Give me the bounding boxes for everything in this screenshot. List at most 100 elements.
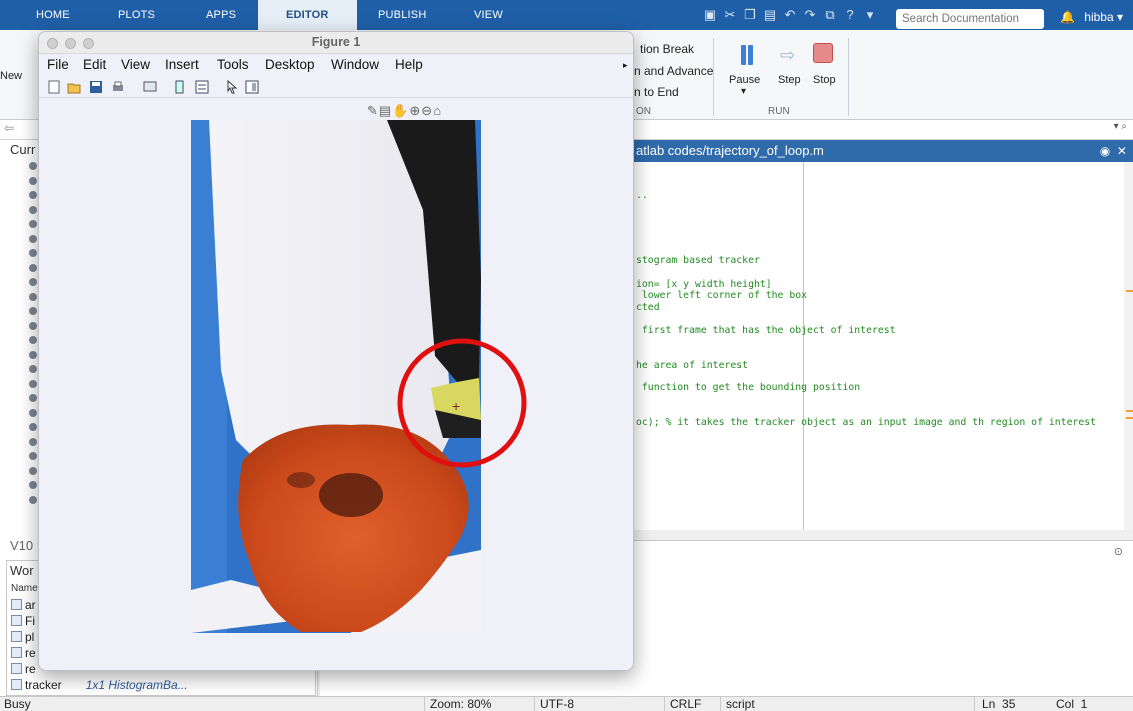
file-item-icon[interactable] <box>29 205 37 214</box>
workspace-row[interactable]: pl <box>11 629 34 645</box>
code-line[interactable]: .. <box>636 190 648 201</box>
code-line[interactable]: oc); % it takes the tracker object as an… <box>636 417 1096 428</box>
link-plot-icon[interactable] <box>143 80 157 94</box>
run-section-break-button[interactable]: tion Break <box>640 42 694 56</box>
pan-icon[interactable]: ✋ <box>392 103 409 118</box>
code-line[interactable]: ion= [x y width height] <box>636 279 772 290</box>
menu-help[interactable]: Help <box>395 57 423 72</box>
tab-apps[interactable]: APPS <box>206 0 236 30</box>
editor-scrollbar[interactable] <box>1124 162 1133 530</box>
tab-plots[interactable]: PLOTS <box>118 0 155 30</box>
home-icon[interactable]: ⌂ <box>433 103 442 118</box>
undo-icon[interactable]: ↶ <box>782 7 798 23</box>
zoom-out-icon[interactable]: ⊖ <box>421 103 433 118</box>
file-item-icon[interactable] <box>29 481 37 489</box>
menu-file[interactable]: File <box>47 57 69 72</box>
redo-icon[interactable]: ↷ <box>802 7 818 23</box>
file-item-icon[interactable] <box>29 176 37 185</box>
user-menu[interactable]: 🔔 hibba ▾ <box>1060 10 1123 24</box>
warning-marker[interactable] <box>1126 410 1133 412</box>
property-inspector-icon[interactable] <box>245 80 259 94</box>
file-item-icon[interactable] <box>29 350 37 359</box>
run-to-end-button[interactable]: n to End <box>634 85 679 99</box>
file-item-icon[interactable] <box>29 379 37 388</box>
copy-icon[interactable]: ❐ <box>742 7 758 23</box>
file-item-icon[interactable] <box>29 234 37 243</box>
colorbar-icon[interactable] <box>173 80 187 94</box>
code-line[interactable]: he area of interest <box>636 360 748 371</box>
file-item-icon[interactable] <box>29 437 37 446</box>
paste-icon[interactable]: ▤ <box>762 7 778 23</box>
switch-windows-icon[interactable]: ⧉ <box>822 7 838 23</box>
help-icon[interactable]: ? <box>842 7 858 23</box>
menu-overflow-icon[interactable]: ▸ <box>623 60 628 71</box>
menu-insert[interactable]: Insert <box>165 57 199 72</box>
menu-desktop[interactable]: Desktop <box>265 57 315 72</box>
file-item-icon[interactable] <box>29 408 37 417</box>
file-item-icon[interactable] <box>29 307 37 315</box>
file-item-icon[interactable] <box>29 249 37 257</box>
workspace-row[interactable]: tracker 1x1 HistogramBa... <box>11 677 188 693</box>
stop-icon[interactable] <box>813 43 833 63</box>
brush-icon[interactable]: ✎ <box>367 103 379 118</box>
axes-toolbar[interactable]: ✎▤✋⊕⊖⌂ <box>367 103 442 119</box>
file-item-icon[interactable] <box>29 495 37 504</box>
file-item-icon[interactable] <box>29 466 37 475</box>
workspace-row[interactable]: ar <box>11 597 36 613</box>
legend-icon[interactable] <box>195 80 209 94</box>
file-item-icon[interactable] <box>29 278 37 286</box>
code-editor[interactable] <box>634 162 1124 530</box>
zoom-in-icon[interactable]: ⊕ <box>409 103 421 118</box>
file-item-icon[interactable] <box>29 162 37 170</box>
stop-button[interactable]: Stop <box>813 74 836 86</box>
menu-view[interactable]: View <box>121 57 150 72</box>
menu-edit[interactable]: Edit <box>83 57 106 72</box>
menu-window[interactable]: Window <box>331 57 379 72</box>
file-item-icon[interactable] <box>29 321 37 330</box>
file-item-icon[interactable] <box>29 191 37 199</box>
back-arrow-icon[interactable]: ⇦ <box>4 121 14 135</box>
code-line[interactable]: lower left corner of the box <box>636 290 807 301</box>
file-item-icon[interactable] <box>29 263 37 272</box>
menu-tools[interactable]: Tools <box>217 57 249 72</box>
file-item-icon[interactable] <box>29 423 37 431</box>
search-icon[interactable]: ▾ ⌕ <box>1114 121 1127 132</box>
tab-editor[interactable]: EDITOR <box>258 0 357 30</box>
figure-titlebar[interactable]: Figure 1 <box>39 32 633 54</box>
step-icon[interactable]: ⇨ <box>780 45 795 66</box>
new-figure-icon[interactable] <box>47 80 61 94</box>
print-icon[interactable] <box>111 80 125 94</box>
file-item-icon[interactable] <box>29 336 37 344</box>
open-file-icon[interactable] <box>67 80 81 94</box>
file-item-icon[interactable] <box>29 394 37 402</box>
code-line[interactable]: cted <box>636 302 660 313</box>
run-and-advance-button[interactable]: n and Advance <box>634 64 713 78</box>
code-line[interactable]: function to get the bounding position <box>636 382 860 393</box>
workspace-row[interactable]: re <box>11 661 36 677</box>
code-line[interactable]: first frame that has the object of inter… <box>636 325 896 336</box>
figure-window[interactable]: Figure 1 File Edit View Insert Tools Des… <box>38 31 634 671</box>
code-line[interactable]: stogram based tracker <box>636 255 760 266</box>
save-figure-icon[interactable] <box>89 80 103 94</box>
tab-view[interactable]: VIEW <box>474 0 503 30</box>
cut-icon[interactable]: ✂ <box>722 7 738 23</box>
pause-button[interactable]: Pause <box>729 74 760 86</box>
workspace-row[interactable]: Fi <box>11 613 35 629</box>
file-item-icon[interactable] <box>29 452 37 460</box>
file-item-icon[interactable] <box>29 365 37 373</box>
file-item-icon[interactable] <box>29 220 37 228</box>
step-button[interactable]: Step <box>778 74 801 86</box>
warning-marker[interactable] <box>1126 290 1133 292</box>
chevron-down-icon[interactable]: ▾ <box>862 7 878 23</box>
close-icon[interactable]: ◉ ✕ <box>1100 140 1127 162</box>
save-icon[interactable]: ▣ <box>702 7 718 23</box>
file-item-icon[interactable] <box>29 292 37 301</box>
data-tips-icon[interactable]: ▤ <box>379 103 392 118</box>
chevron-down-icon[interactable]: ▾ <box>741 86 746 97</box>
search-documentation-input[interactable] <box>896 9 1044 29</box>
tab-publish[interactable]: PUBLISH <box>378 0 426 30</box>
new-button[interactable]: New <box>0 70 22 82</box>
tab-home[interactable]: HOME <box>36 0 70 30</box>
panel-options-icon[interactable]: ⊙ <box>1114 545 1123 558</box>
workspace-row[interactable]: re <box>11 645 36 661</box>
